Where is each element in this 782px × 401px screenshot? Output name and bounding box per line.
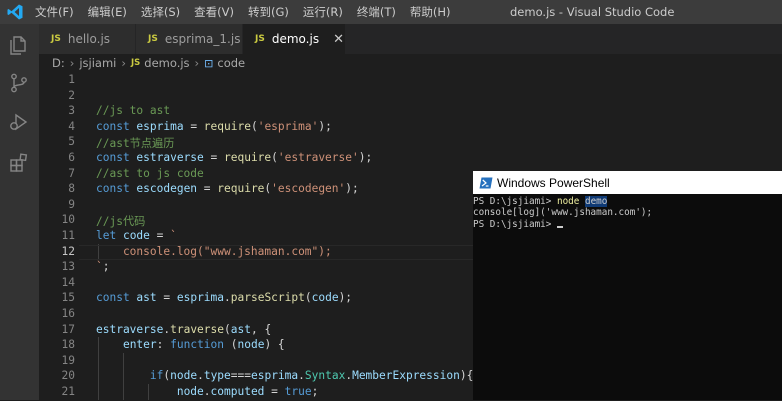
menu-item[interactable]: 帮助(H) [410, 4, 451, 20]
line-number: 12 [61, 244, 75, 258]
breadcrumb-file[interactable]: demo.js [144, 56, 189, 70]
tab-label: hello.js [67, 32, 111, 46]
line-number: 4 [68, 119, 75, 133]
line-number: 20 [61, 369, 75, 383]
vscode-logo-icon [7, 4, 23, 20]
powershell-title: Windows PowerShell [497, 175, 610, 190]
code-text: //js代码 [96, 215, 146, 229]
menu-item[interactable]: 编辑(E) [88, 4, 127, 20]
chevron-right-icon: › [69, 56, 75, 70]
line-number: 8 [68, 182, 75, 196]
menu-item[interactable]: 终端(T) [357, 4, 396, 20]
line-number: 17 [61, 322, 75, 336]
js-file-icon: JS [51, 34, 61, 44]
tab-label: esprima_1.js [164, 32, 241, 46]
js-file-icon: JS [255, 34, 265, 44]
code-line[interactable]: 4 const esprima = require('esprima'); [39, 120, 782, 136]
code-text: let code = ` [96, 229, 177, 242]
menu-item[interactable]: 文件(F) [35, 4, 74, 20]
powershell-console[interactable]: PS D:\jsjiami> node demo console[log]('ww… [473, 196, 652, 230]
title-bar: 文件(F) 编辑(E) 选择(S) 查看(V) 转到(G) 运行(R) 终端(T) 帮助(H)… [0, 0, 782, 24]
code-text: const esprima = require('esprima'); [96, 119, 332, 133]
code-line[interactable]: 2 [39, 89, 782, 105]
console-line: PS D:\jsjiami> [473, 219, 652, 230]
close-icon[interactable]: ✕ [333, 32, 344, 47]
line-number: 5 [68, 135, 75, 149]
symbol-variable-icon: ⊡ [204, 56, 214, 70]
tab-label: demo.js [271, 32, 320, 46]
line-number: 16 [61, 307, 75, 320]
run-debug-icon[interactable] [8, 111, 30, 133]
tab-demo-js[interactable]: JS demo.js ✕ [243, 24, 346, 54]
window-title: demo.js - Visual Studio Code [510, 5, 675, 19]
line-number: 3 [68, 104, 75, 118]
code-text: //js to ast [96, 104, 171, 118]
code-line[interactable]: 1 [39, 73, 782, 89]
code-text: const escodegen = require('escodegen'); [96, 182, 359, 196]
chevron-right-icon: › [194, 56, 200, 70]
menu-item[interactable]: 转到(G) [248, 4, 289, 20]
line-number: 18 [61, 338, 75, 352]
line-number: 10 [61, 213, 75, 227]
menu-item[interactable]: 查看(V) [194, 4, 234, 20]
menu-bar: 文件(F) 编辑(E) 选择(S) 查看(V) 转到(G) 运行(R) 终端(T) 帮助(H) [35, 0, 464, 24]
extensions-icon[interactable] [8, 151, 30, 173]
menu-item[interactable]: 选择(S) [141, 4, 180, 20]
js-file-icon: JS [130, 58, 141, 68]
line-number: 13 [61, 260, 75, 274]
code-text: //ast to js code [96, 166, 204, 180]
line-number: 14 [61, 275, 75, 289]
code-text: if(node.type===esprima.Syntax.MemberExpr… [149, 369, 474, 383]
line-number: 19 [61, 353, 75, 367]
line-number: 6 [68, 151, 75, 164]
code-text: estraverse.traverse(ast, { [96, 322, 272, 336]
code-line[interactable]: 3 //js to ast [39, 104, 782, 120]
code-text: node.computed = true; [176, 385, 319, 398]
powershell-title-bar[interactable]: Windows PowerShell [473, 171, 782, 194]
tab-hello-js[interactable]: JS hello.js [39, 24, 136, 54]
console-line: PS D:\jsjiami> node demo [473, 196, 608, 207]
tab-bar: JS hello.js JS esprima_1.js JS demo.js ✕ [39, 24, 782, 54]
code-text: `; [96, 260, 110, 274]
code-text: enter: function (node) { [122, 338, 285, 352]
powershell-icon [479, 177, 493, 188]
code-text: const estraverse = require('estraverse')… [96, 151, 373, 164]
chevron-right-icon: › [121, 56, 126, 70]
powershell-window[interactable]: Windows PowerShell PS D:\jsjiami> node d… [473, 171, 782, 400]
text-cursor [556, 225, 563, 228]
source-control-icon[interactable] [8, 72, 30, 94]
line-number: 15 [61, 291, 75, 305]
line-number: 9 [68, 197, 75, 211]
breadcrumb-folder[interactable]: jsjiami [79, 56, 116, 70]
tab-esprima-1-js[interactable]: JS esprima_1.js [136, 24, 243, 54]
js-file-icon: JS [148, 34, 158, 44]
breadcrumb-symbol[interactable]: code [217, 56, 245, 70]
menu-item[interactable]: 运行(R) [303, 4, 343, 20]
code-line[interactable]: 5 //ast节点遍历 [39, 135, 782, 151]
breadcrumb: D: › jsjiami › JS demo.js › ⊡ code [39, 54, 782, 72]
line-number: 21 [61, 385, 75, 398]
line-number: 7 [68, 166, 75, 180]
line-number: 2 [68, 88, 75, 102]
code-text: //ast节点遍历 [96, 137, 175, 151]
activity-bar [0, 24, 39, 400]
line-number: 1 [68, 73, 75, 86]
code-text: const ast = esprima.parseScript(code); [96, 291, 353, 305]
explorer-icon[interactable] [8, 34, 30, 56]
breadcrumb-drive[interactable]: D: [52, 56, 65, 70]
line-number: 11 [61, 229, 75, 242]
code-text: console.log("www.jshaman.com"); [96, 244, 332, 258]
console-line: console[log]('www.jshaman.com'); [473, 207, 653, 219]
code-line[interactable]: 6 const estraverse = require('estraverse'… [39, 151, 782, 167]
